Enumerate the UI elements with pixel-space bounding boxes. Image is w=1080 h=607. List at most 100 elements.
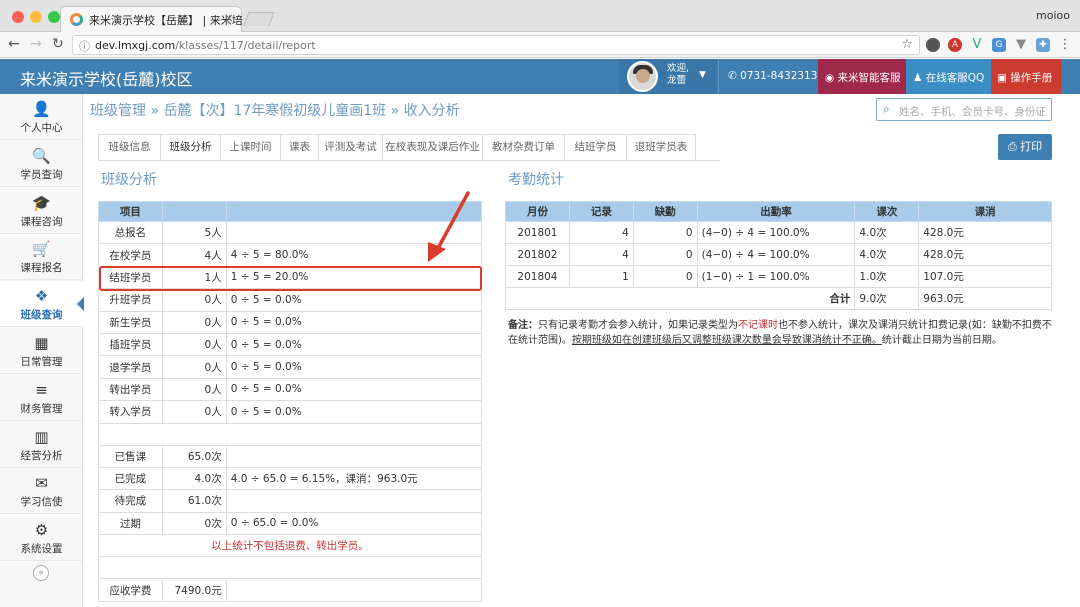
browser-tab-bar: 来米演示学校【岳麓】 | 来米培 × moioo xyxy=(0,0,1080,32)
twitter-icon: ✉ xyxy=(35,474,48,493)
sidebar-item-9[interactable]: ⚙ 系统设置 xyxy=(0,515,83,562)
table-header-row: 月份 记录 缺勤 出勤率 课次 课消 xyxy=(505,201,1052,222)
spacer-cell xyxy=(98,422,482,446)
table-cell: 0 xyxy=(632,243,698,266)
sidebar-item-1[interactable]: 🔍 学员查询 xyxy=(0,141,83,187)
user-menu[interactable]: 欢迎, 龙蕾 ▼ xyxy=(619,59,717,94)
back-icon[interactable]: ← xyxy=(8,36,20,52)
print-icon: ⎙ xyxy=(1007,140,1021,153)
remark-text-a: 只有记录考勤才会参入统计，如果记录类型为 xyxy=(538,320,738,331)
close-window-button[interactable] xyxy=(12,11,24,23)
print-button[interactable]: ⎙ 打印 xyxy=(998,134,1052,160)
search-icon: 🔍 xyxy=(32,146,51,165)
highlight-box xyxy=(99,266,482,291)
filter-icon[interactable]: ▼ xyxy=(1014,38,1028,52)
address-toolbar: ← → ↻ ⓘ dev.lmxgj.com/klasses/117/detail… xyxy=(0,32,1080,58)
vue-devtools-icon[interactable]: V xyxy=(970,38,984,52)
sidebar-collapse-button[interactable]: « xyxy=(33,565,49,581)
remark-underline-text: 按期班级如在创建班级后又调整班级课次数量会导致课消统计不正确。 xyxy=(571,335,882,346)
new-tab-button[interactable] xyxy=(243,12,275,26)
table-row: 在校学员 4人 4 ÷ 5 = 80.0% xyxy=(98,243,483,267)
table-cell: 4 ÷ 5 = 80.0% xyxy=(225,243,483,267)
table-cell: 0人 xyxy=(161,310,227,334)
sidebar-item-7[interactable]: ▥ 经营分析 xyxy=(0,422,83,468)
extension-icon[interactable] xyxy=(926,38,940,52)
tab-1[interactable]: 班级分析 xyxy=(160,134,220,161)
table-cell: 0 ÷ 5 = 0.0% xyxy=(225,377,483,402)
tab-4[interactable]: 评测及考试 xyxy=(318,134,382,161)
adblock-icon[interactable]: A xyxy=(948,38,962,52)
table-row: 退学学员 0人 0 ÷ 5 = 0.0% xyxy=(98,355,483,379)
menu-dots-icon[interactable]: ⋮ xyxy=(1058,38,1072,52)
tab-5[interactable]: 在校表现及课后作业 xyxy=(382,134,482,161)
puzzle-extension-icon[interactable]: ✚ xyxy=(1036,38,1050,52)
tab-7[interactable]: 结班学员 xyxy=(564,134,626,161)
table-row: 待完成 61.0次 xyxy=(98,489,483,513)
tab-3[interactable]: 课表 xyxy=(280,134,318,161)
translate-icon[interactable]: G xyxy=(992,38,1006,52)
table-row: 总报名 5人 xyxy=(98,220,483,245)
table-row: 201804 1 0 (1−0) ÷ 1 = 100.0% 1.0次 107.0元 xyxy=(505,265,1052,288)
spacer-cell xyxy=(98,556,482,580)
table-cell: 总报名 xyxy=(98,220,163,245)
tab-0[interactable]: 班级信息 xyxy=(98,134,160,161)
column-header: 课次 xyxy=(854,201,920,222)
table-cell: 已完成 xyxy=(98,466,163,491)
table-cell: 升班学员 xyxy=(98,288,163,312)
sidebar-item-2[interactable]: 🎓 课程咨询 xyxy=(0,188,83,234)
search-input[interactable]: ⌕ 姓名、手机、会员卡号、身份证 xyxy=(876,98,1052,121)
sidebar-item-label: 财务管理 xyxy=(20,402,63,415)
chevron-down-icon: ▼ xyxy=(699,70,706,80)
service-label: 来米智能客服 xyxy=(837,72,901,84)
table-cell: 0人 xyxy=(161,377,227,402)
app-header: 来米演示学校(岳麓)校区 欢迎, 龙蕾 ▼ ✆ 0731-84323130 ◉ … xyxy=(0,59,1080,94)
table-cell: 0次 xyxy=(161,511,227,536)
smart-service-button[interactable]: ◉ 来米智能客服 xyxy=(818,59,906,94)
table-row: 过期 0次 0 ÷ 65.0 = 0.0% xyxy=(98,511,483,536)
minimize-window-button[interactable] xyxy=(30,11,42,23)
url-field[interactable]: ⓘ dev.lmxgj.com/klasses/117/detail/repor… xyxy=(72,35,920,55)
sidebar-item-8[interactable]: ✉ 学习信使 xyxy=(0,468,83,515)
total-row: 合计 9.0次 963.0元 xyxy=(504,287,1052,310)
qq-service-button[interactable]: ♟ 在线客服QQ xyxy=(906,59,991,94)
table-cell: 新生学员 xyxy=(98,310,163,334)
note-row: 以上统计不包括退费、转出学员。 xyxy=(98,534,482,558)
avatar xyxy=(627,61,658,92)
greeting-line1: 欢迎, xyxy=(667,63,690,74)
table-cell: 0人 xyxy=(161,332,227,357)
manual-button[interactable]: ▣ 操作手册 xyxy=(991,59,1061,94)
total-count: 9.0次 xyxy=(854,287,920,310)
bookmark-star-icon[interactable]: ☆ xyxy=(901,37,913,52)
zoom-window-button[interactable] xyxy=(48,11,60,23)
sidebar-item-5[interactable]: ▦ 日常管理 xyxy=(0,328,83,374)
tab-title: 来米演示学校【岳麓】 | 来米培 xyxy=(89,14,243,27)
sidebar-item-label: 个人中心 xyxy=(20,122,63,134)
sidebar-item-label: 课程咨询 xyxy=(20,215,63,228)
sidebar-item-4[interactable]: ❖ 班级查询 xyxy=(0,281,84,328)
tab-2[interactable]: 上课时间 xyxy=(220,134,280,161)
forward-icon[interactable]: → xyxy=(30,36,42,52)
spacer-row xyxy=(98,556,482,580)
manual-label: 操作手册 xyxy=(1010,72,1053,84)
sidebar-item-6[interactable]: ≡ 财务管理 xyxy=(0,375,83,421)
table-cell: 0 ÷ 5 = 0.0% xyxy=(225,400,483,424)
search-icon: ⌕ xyxy=(883,102,890,116)
browser-user-label[interactable]: moioo xyxy=(1036,9,1070,22)
table-cell: 1.0次 xyxy=(854,265,920,288)
close-tab-icon[interactable]: × xyxy=(224,11,234,25)
calendar-icon: ▦ xyxy=(34,334,49,352)
browser-tab[interactable]: 来米演示学校【岳麓】 | 来米培 × xyxy=(60,6,243,32)
phone-button[interactable]: ✆ 0731-84323130 xyxy=(718,59,824,94)
tab-6[interactable]: 教材杂费订单 xyxy=(482,134,564,161)
reload-icon[interactable]: ↻ xyxy=(52,36,64,52)
table-cell: 转出学员 xyxy=(98,377,163,402)
service-icon: ◉ xyxy=(825,72,838,84)
tab-8[interactable]: 退班学员表 xyxy=(626,134,696,161)
breadcrumb: 班级管理 » 岳麓【次】17年寒假初级儿童画1班 » 收入分析 xyxy=(90,103,460,119)
sidebar-item-3[interactable]: 🛒 课程报名 xyxy=(0,234,83,281)
spacer-row xyxy=(98,422,482,446)
table-row: 转入学员 0人 0 ÷ 5 = 0.0% xyxy=(98,400,483,424)
sidebar-item-0[interactable]: 👤 个人中心 xyxy=(0,94,83,140)
table-cell: 0人 xyxy=(161,400,227,424)
page-info-icon[interactable]: ⓘ xyxy=(79,38,90,54)
